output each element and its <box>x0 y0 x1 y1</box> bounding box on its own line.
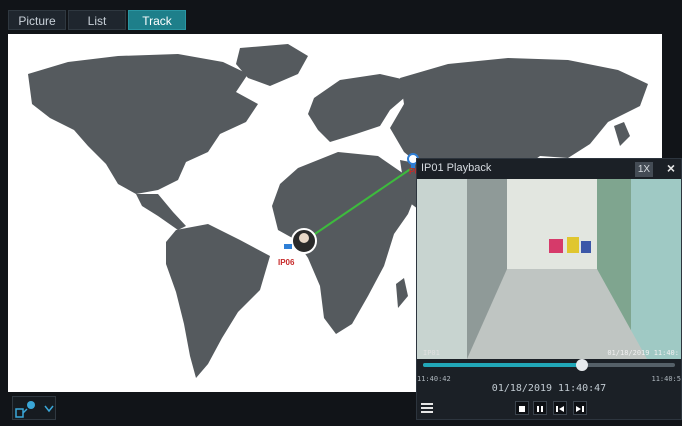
track-mode-button[interactable] <box>12 396 56 420</box>
stop-icon <box>519 406 525 412</box>
previous-button[interactable] <box>553 401 567 415</box>
video-frame[interactable]: IP01 01/18/2019 11:40: <box>417 179 681 359</box>
track-mode-icon <box>15 401 54 418</box>
progress-fill <box>423 363 582 367</box>
list-icon[interactable] <box>421 402 433 414</box>
marker-label-ip06: IP06 <box>278 258 295 267</box>
chevron-down-icon[interactable] <box>44 405 54 413</box>
video-image <box>417 179 681 359</box>
time-end: 11:40:5 <box>651 375 681 383</box>
playback-title: IP01 Playback <box>421 162 492 174</box>
next-button[interactable] <box>573 401 587 415</box>
person-marker[interactable] <box>291 228 317 254</box>
close-button[interactable]: × <box>667 160 675 176</box>
progress-slider[interactable] <box>423 359 675 371</box>
tab-track[interactable]: Track <box>128 10 186 30</box>
playback-controls <box>417 399 681 419</box>
next-icon <box>576 406 584 412</box>
camera-icon <box>284 244 292 249</box>
playback-window[interactable]: IP01 Playback 1X × IP01 01/18/2019 11:40… <box>416 158 682 420</box>
speed-button[interactable]: 1X <box>635 162 653 177</box>
video-timestamp: 01/18/2019 11:40: <box>607 349 679 357</box>
tab-list[interactable]: List <box>68 10 126 30</box>
previous-icon <box>556 406 564 412</box>
stop-button[interactable] <box>515 401 529 415</box>
current-time: 01/18/2019 11:40:47 <box>491 383 607 394</box>
pause-icon <box>537 406 543 412</box>
tab-picture[interactable]: Picture <box>8 10 66 30</box>
pause-button[interactable] <box>533 401 547 415</box>
tab-bar: Picture List Track <box>8 10 186 30</box>
video-camera-label: IP01 <box>423 349 440 357</box>
avatar-face <box>299 233 309 243</box>
time-start: 11:40:42 <box>417 375 451 383</box>
progress-handle[interactable] <box>575 359 588 371</box>
camera-marker-ip06[interactable] <box>284 244 292 249</box>
